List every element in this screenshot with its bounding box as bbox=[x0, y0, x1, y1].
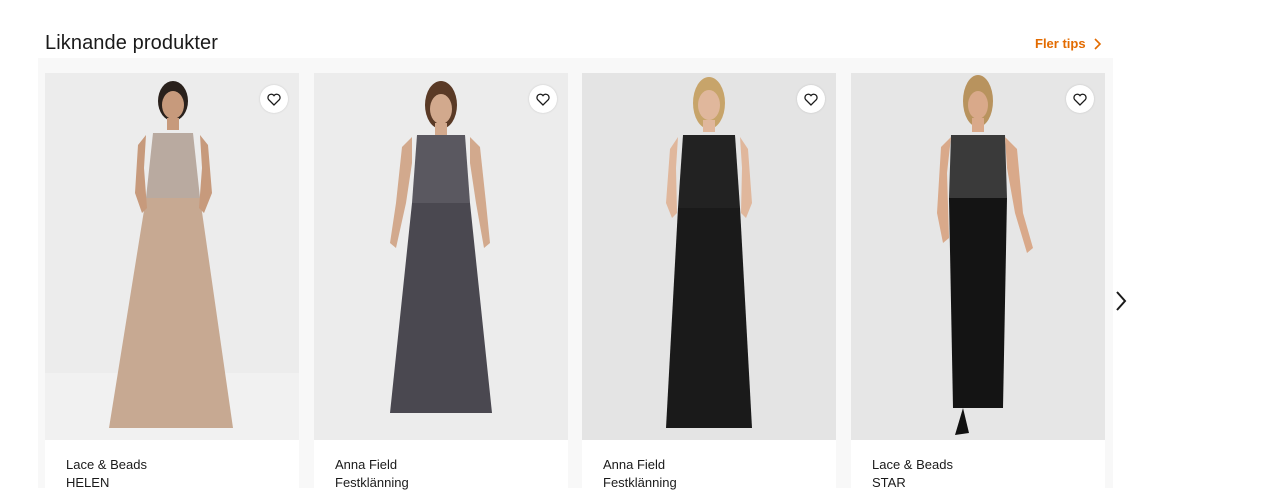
product-card[interactable]: Anna Field Festklänning bbox=[582, 73, 836, 493]
favorite-button[interactable] bbox=[260, 85, 288, 113]
chevron-right-icon bbox=[1116, 291, 1127, 311]
section-title: Liknande produkter bbox=[45, 32, 219, 54]
heart-outline-icon bbox=[267, 93, 281, 106]
product-card[interactable]: Lace & Beads HELEN bbox=[45, 73, 299, 493]
heart-outline-icon bbox=[536, 93, 550, 106]
product-brand: Anna Field bbox=[603, 457, 666, 472]
product-image[interactable] bbox=[851, 73, 1105, 440]
product-card[interactable]: Anna Field Festklänning bbox=[314, 73, 568, 493]
more-tips-link[interactable]: Fler tips bbox=[1035, 36, 1102, 51]
product-image[interactable] bbox=[45, 73, 299, 440]
product-image[interactable] bbox=[582, 73, 836, 440]
product-brand: Lace & Beads bbox=[66, 457, 147, 472]
favorite-button[interactable] bbox=[529, 85, 557, 113]
heart-outline-icon bbox=[1073, 93, 1087, 106]
product-card[interactable]: Lace & Beads STAR bbox=[851, 73, 1105, 493]
product-brand: Lace & Beads bbox=[872, 457, 953, 472]
heart-outline-icon bbox=[804, 93, 818, 106]
product-brand: Anna Field bbox=[335, 457, 398, 472]
carousel-next-button[interactable] bbox=[1110, 288, 1132, 314]
chevron-right-icon bbox=[1094, 37, 1101, 50]
product-image[interactable] bbox=[314, 73, 568, 440]
favorite-button[interactable] bbox=[797, 85, 825, 113]
more-tips-label: Fler tips bbox=[1035, 36, 1086, 51]
favorite-button[interactable] bbox=[1066, 85, 1094, 113]
